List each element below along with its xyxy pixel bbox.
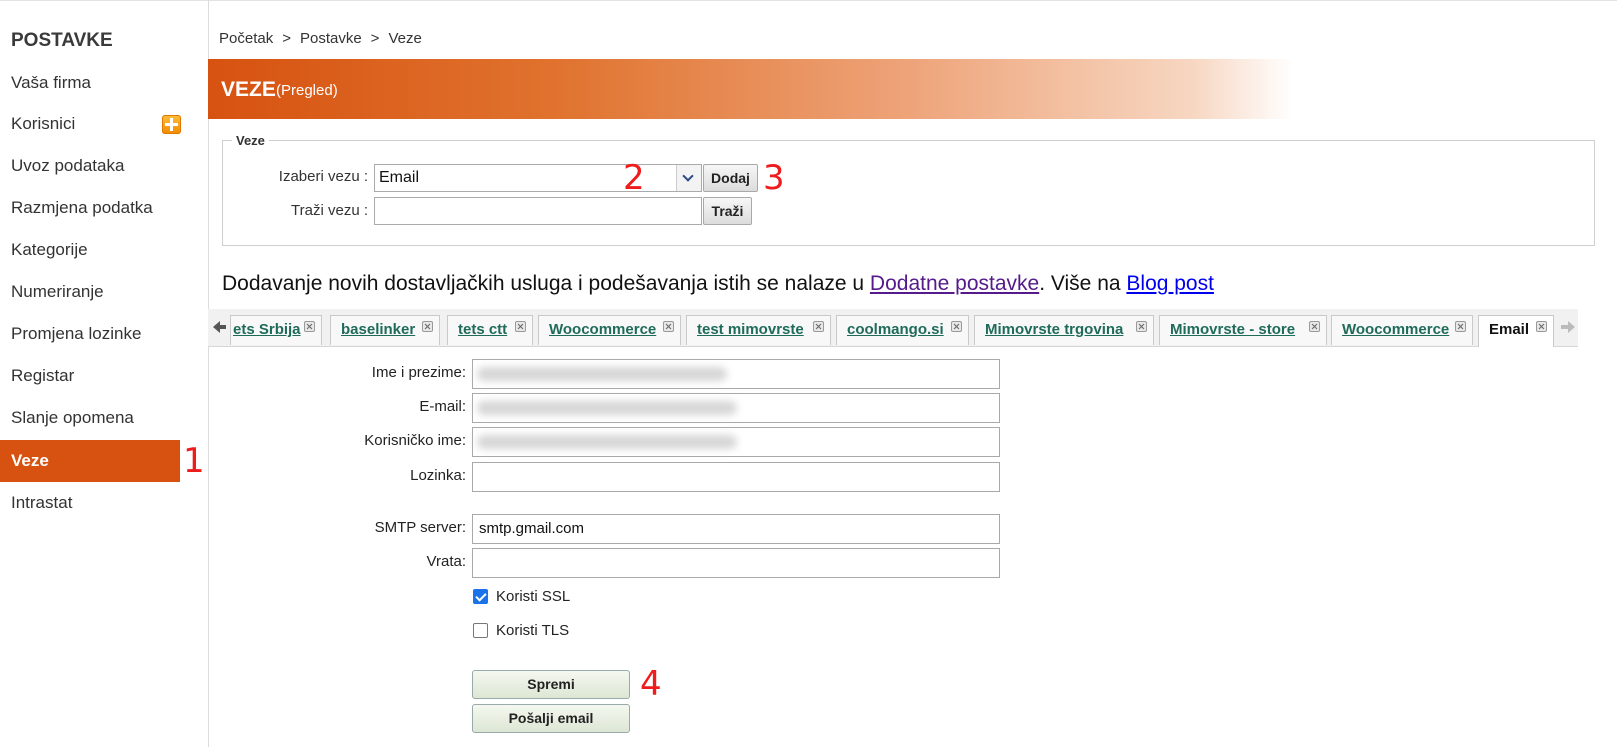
tab-email[interactable]: Email: [1478, 315, 1554, 347]
password-label: Lozinka:: [410, 467, 466, 484]
close-icon[interactable]: [663, 321, 674, 332]
page-title: VEZE: [221, 78, 276, 101]
close-icon[interactable]: [1309, 321, 1320, 332]
breadcrumb-separator: >: [370, 30, 380, 47]
breadcrumb-item-connections: Veze: [388, 30, 422, 47]
top-border: [0, 0, 1617, 1]
sidebar-item-intrastat[interactable]: Intrastat: [0, 482, 180, 524]
annotation-2: 2: [623, 158, 645, 198]
tabs-scroll-left-icon[interactable]: [208, 309, 230, 346]
tab-coolmango-si[interactable]: coolmango.si: [836, 315, 969, 345]
sidebar-item-vasa-firma[interactable]: Vaša firma: [0, 62, 180, 104]
page-subtitle: (Pregled): [276, 82, 338, 99]
port-label: Vrata:: [426, 553, 466, 570]
tab-woocommerce-2[interactable]: Woocommerce: [1331, 315, 1473, 345]
close-icon[interactable]: [813, 321, 824, 332]
search-connection-label: Traži vezu :: [291, 202, 368, 219]
connections-legend: Veze: [232, 133, 269, 148]
sidebar-item-slanje-opomena[interactable]: Slanje opomena: [0, 397, 180, 439]
tls-checkbox[interactable]: [473, 623, 488, 638]
smtp-server-field[interactable]: smtp.gmail.com: [472, 514, 1000, 544]
smtp-label: SMTP server:: [374, 519, 466, 536]
breadcrumb: Početak > Postavke > Veze: [219, 30, 422, 47]
password-field[interactable]: [472, 462, 1000, 492]
info-line: Dodavanje novih dostavljačkih usluga i p…: [222, 272, 1214, 296]
tab-label: coolmango.si: [847, 321, 944, 338]
username-label: Korisničko ime:: [364, 432, 466, 449]
tab-mimovrste-trgovina[interactable]: Mimovrste trgovina: [974, 315, 1154, 345]
annotation-1: 1: [183, 441, 205, 481]
tabs-scroll-right-icon[interactable]: [1556, 309, 1578, 346]
tab-label: tets ctt: [458, 321, 508, 338]
tab-mimovrste-store[interactable]: Mimovrste - store: [1159, 315, 1327, 345]
sidebar-title: POSTAVKE: [11, 30, 113, 51]
sidebar-item-korisnici[interactable]: Korisnici: [0, 103, 180, 145]
tab-test-mimovrste[interactable]: test mimovrste: [686, 315, 831, 345]
port-field[interactable]: [472, 548, 1000, 578]
tab-ets-srbija[interactable]: ets Srbija: [230, 315, 322, 345]
add-connection-button[interactable]: Dodaj: [703, 164, 758, 192]
close-icon[interactable]: [1136, 321, 1147, 332]
page-header-banner: VEZE (Pregled): [208, 59, 1617, 119]
annotation-4: 4: [640, 664, 662, 704]
annotation-3: 3: [763, 158, 785, 198]
select-dropdown-toggle[interactable]: [676, 165, 701, 191]
tab-label: Email: [1489, 321, 1530, 338]
tab-label: Mimovrste - store: [1170, 321, 1296, 338]
ssl-checkbox[interactable]: [473, 589, 488, 604]
blog-post-link[interactable]: Blog post: [1126, 272, 1214, 295]
close-icon[interactable]: [1536, 321, 1547, 332]
close-icon[interactable]: [515, 321, 526, 332]
username-field[interactable]: [472, 427, 1000, 457]
close-icon[interactable]: [422, 321, 433, 332]
sidebar-item-registar[interactable]: Registar: [0, 355, 180, 397]
tab-label: baselinker: [341, 321, 416, 338]
sidebar-item-razmjena-podatka[interactable]: Razmjena podatka: [0, 187, 180, 229]
connection-select-value: Email: [379, 169, 420, 186]
breadcrumb-item-home[interactable]: Početak: [219, 30, 273, 47]
redacted-value: [477, 367, 727, 381]
redacted-value: [477, 401, 737, 415]
sidebar-item-veze[interactable]: Veze: [0, 440, 180, 482]
close-icon[interactable]: [304, 321, 315, 332]
tab-label: ets Srbija: [233, 321, 301, 338]
sidebar-item-promjena-lozinke[interactable]: Promjena lozinke: [0, 313, 180, 355]
tls-label: Koristi TLS: [496, 622, 570, 639]
save-button[interactable]: Spremi: [472, 670, 630, 699]
breadcrumb-item-settings[interactable]: Postavke: [300, 30, 362, 47]
tab-label: Mimovrste trgovina: [985, 321, 1124, 338]
info-text-2: . Više na: [1039, 272, 1127, 295]
info-text-1: Dodavanje novih dostavljačkih usluga i p…: [222, 272, 870, 295]
tab-label: test mimovrste: [697, 321, 804, 338]
tab-baselinker[interactable]: baselinker: [330, 315, 440, 345]
redacted-value: [477, 435, 737, 449]
email-field[interactable]: [472, 393, 1000, 423]
select-connection-label: Izaberi vezu :: [278, 168, 368, 185]
add-user-icon[interactable]: [162, 115, 181, 134]
sidebar-item-uvoz-podataka[interactable]: Uvoz podataka: [0, 145, 180, 187]
tab-label: Woocommerce: [549, 321, 657, 338]
breadcrumb-separator: >: [282, 30, 291, 47]
name-label: Ime i prezime:: [371, 364, 466, 381]
tab-woocommerce-1[interactable]: Woocommerce: [538, 315, 681, 345]
additional-settings-link[interactable]: Dodatne postavke: [870, 272, 1039, 295]
tab-tets-ctt[interactable]: tets ctt: [447, 315, 533, 345]
close-icon[interactable]: [951, 321, 962, 332]
chevron-down-icon: [682, 170, 694, 182]
close-icon[interactable]: [1455, 321, 1466, 332]
search-connection-button[interactable]: Traži: [703, 197, 752, 225]
connection-select[interactable]: Email: [374, 164, 702, 192]
ssl-label: Koristi SSL: [496, 588, 571, 605]
sidebar-item-numeriranje[interactable]: Numeriranje: [0, 271, 180, 313]
connections-fieldset: [222, 140, 1595, 246]
name-field[interactable]: [472, 359, 1000, 389]
email-label: E-mail:: [419, 398, 466, 415]
search-connection-input[interactable]: [374, 197, 702, 225]
sidebar-item-kategorije[interactable]: Kategorije: [0, 229, 180, 271]
tab-label: Woocommerce: [1342, 321, 1450, 338]
send-email-button[interactable]: Pošalji email: [472, 704, 630, 733]
